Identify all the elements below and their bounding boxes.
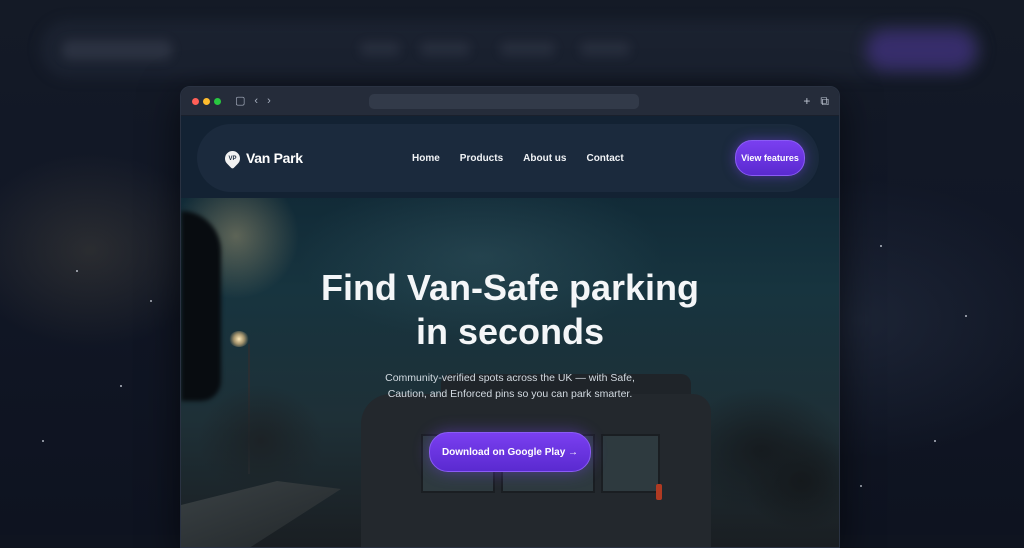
- background-link: [360, 42, 400, 56]
- hero-subtitle: Community-verified spots across the UK —…: [385, 372, 635, 400]
- nav-links: Home Products About us Contact: [412, 124, 624, 192]
- star: [150, 300, 152, 302]
- sidebar-icon[interactable]: ▢: [235, 95, 245, 107]
- back-icon[interactable]: ‹: [254, 95, 258, 107]
- download-google-play-button[interactable]: Download on Google Play →: [429, 432, 591, 472]
- forward-icon[interactable]: ›: [267, 95, 271, 107]
- maximize-dot[interactable]: [214, 97, 221, 105]
- background-link: [420, 42, 470, 56]
- close-dot[interactable]: [192, 97, 199, 105]
- copy-icon[interactable]: ⧉: [820, 93, 829, 109]
- background-link: [500, 42, 555, 56]
- nav-link-about[interactable]: About us: [523, 153, 566, 164]
- nav-link-contact[interactable]: Contact: [586, 153, 623, 164]
- star: [76, 270, 78, 272]
- background-link: [580, 42, 630, 56]
- background-logo: [62, 40, 172, 60]
- van-tail-light: [656, 484, 662, 500]
- hero: Find Van-Safe parking in seconds Communi…: [181, 226, 839, 472]
- location-pin-icon: VP: [221, 147, 244, 169]
- view-features-button[interactable]: View features: [735, 140, 805, 176]
- nav-link-home[interactable]: Home: [412, 153, 440, 164]
- logo-mark-letters: VP: [228, 155, 237, 162]
- address-bar[interactable]: [369, 94, 639, 109]
- star: [42, 440, 44, 442]
- site-navbar: VP Van Park Home Products About us Conta…: [197, 124, 819, 192]
- hero-title: Find Van-Safe parking in seconds: [320, 267, 700, 352]
- nav-link-products[interactable]: Products: [460, 153, 503, 164]
- background-cta: [866, 30, 976, 70]
- browser-titlebar: ▢ ‹ › + ⧉: [181, 87, 839, 116]
- logo[interactable]: VP Van Park: [221, 147, 303, 169]
- website: VP Van Park Home Products About us Conta…: [181, 116, 839, 547]
- star: [934, 440, 936, 442]
- star: [120, 385, 122, 387]
- star: [860, 485, 862, 487]
- logo-text: Van Park: [246, 150, 303, 166]
- star: [965, 315, 967, 317]
- browser-window: ▢ ‹ › + ⧉ VP Van Park Home Products Abou…: [180, 86, 840, 548]
- new-tab-icon[interactable]: +: [803, 93, 810, 109]
- star: [880, 245, 882, 247]
- minimize-dot[interactable]: [203, 97, 210, 105]
